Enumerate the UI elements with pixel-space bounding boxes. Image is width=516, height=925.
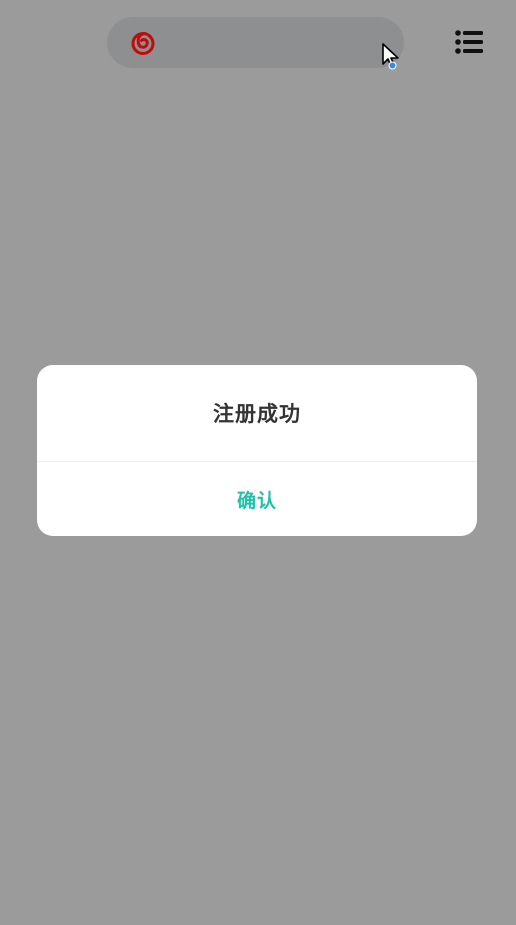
dialog-title: 注册成功 xyxy=(213,402,301,426)
top-bar xyxy=(0,0,516,86)
search-bar[interactable] xyxy=(107,17,404,68)
confirm-button[interactable]: 确认 xyxy=(37,462,477,536)
registration-success-dialog: 注册成功 确认 xyxy=(37,365,477,536)
netease-music-logo-icon xyxy=(131,32,155,55)
list-menu-icon[interactable] xyxy=(454,29,484,55)
